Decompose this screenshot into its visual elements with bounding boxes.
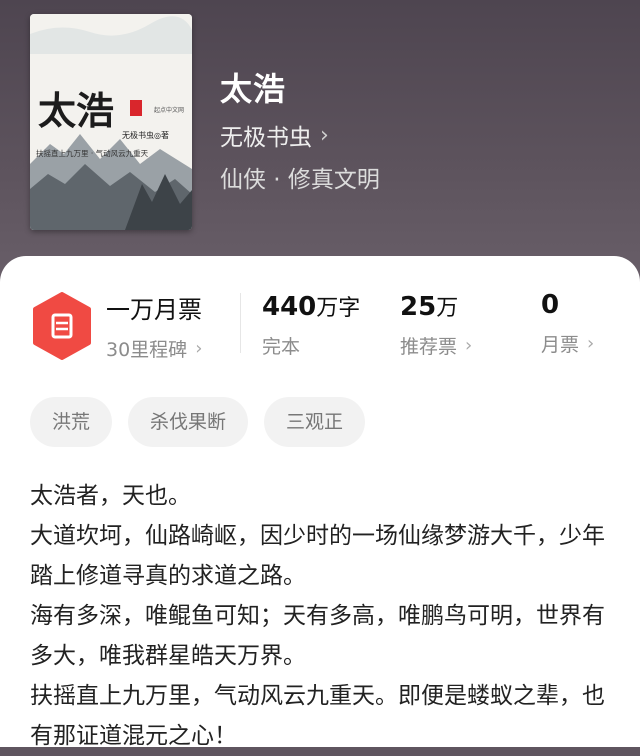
chevron-right-icon: ›: [195, 338, 203, 359]
milestone-sub: 30里程碑: [106, 339, 188, 361]
milestone-main: 一万月票: [106, 296, 202, 324]
book-cover[interactable]: 太浩 无极书虫◎著 扶摇直上九万里 · 气动风云九重天 起点中文网: [30, 14, 192, 230]
book-title: 太浩: [220, 70, 287, 108]
recommend-number: 25: [400, 292, 437, 322]
stats-divider: [240, 293, 241, 353]
description-paragraph: 扶摇直上九万里，气动风云九重天。即便是蝼蚁之辈，也有那证道混元之心！: [30, 683, 605, 749]
cover-stamp: 起点中文网: [154, 106, 184, 114]
cover-tagline: 扶摇直上九万里 · 气动风云九重天: [36, 148, 149, 158]
monthly-number: 0: [541, 290, 560, 320]
author-link[interactable]: 无极书虫 ›: [220, 118, 329, 152]
chevron-right-icon: ›: [320, 122, 329, 148]
tag-chip[interactable]: 洪荒: [30, 397, 113, 447]
description-paragraph: 太浩者，天也。: [30, 483, 191, 509]
description-paragraph: 大道坎坷，仙路崎岖，因少时的一场仙缘梦游大千，少年踏上修道寻真的求道之路。: [30, 523, 605, 589]
monthly-ticket-stat[interactable]: 0 月票 ›: [541, 290, 594, 357]
completion-status: 完本: [262, 336, 301, 358]
tag-list: 洪荒 杀伐果断 三观正: [30, 397, 381, 447]
chevron-right-icon: ›: [465, 335, 473, 356]
recommend-label: 推荐票: [400, 336, 458, 358]
book-description: 太浩者，天也。 大道坎坷，仙路崎岖，因少时的一场仙缘梦游大千，少年踏上修道寻真的…: [30, 476, 615, 756]
word-count-stat: 440 万字 完本: [262, 290, 360, 359]
author-name: 无极书虫: [220, 125, 312, 151]
chevron-right-icon: ›: [587, 333, 595, 354]
monthly-ticket-milestone[interactable]: 一万月票 30里程碑 ›: [106, 290, 202, 362]
word-count-unit: 万字: [316, 296, 361, 321]
tag-chip[interactable]: 杀伐果断: [128, 397, 249, 447]
cover-author: 无极书虫◎著: [122, 130, 169, 140]
ticket-icon: [33, 292, 91, 360]
tag-chip[interactable]: 三观正: [264, 397, 366, 447]
cover-title: 太浩: [38, 88, 114, 133]
cover-art: 太浩 无极书虫◎著 扶摇直上九万里 · 气动风云九重天 起点中文网: [30, 14, 192, 230]
word-count-number: 440: [262, 292, 317, 322]
genre-label: 仙侠 · 修真文明: [220, 167, 380, 193]
recommend-unit: 万: [436, 296, 459, 321]
description-paragraph: 海有多深，唯鲲鱼可知；天有多高，唯鹏鸟可明，世界有多大，唯我群星皓天万界。: [30, 603, 605, 669]
recommend-ticket-stat[interactable]: 25 万 推荐票 ›: [400, 290, 472, 359]
monthly-label: 月票: [541, 334, 580, 356]
